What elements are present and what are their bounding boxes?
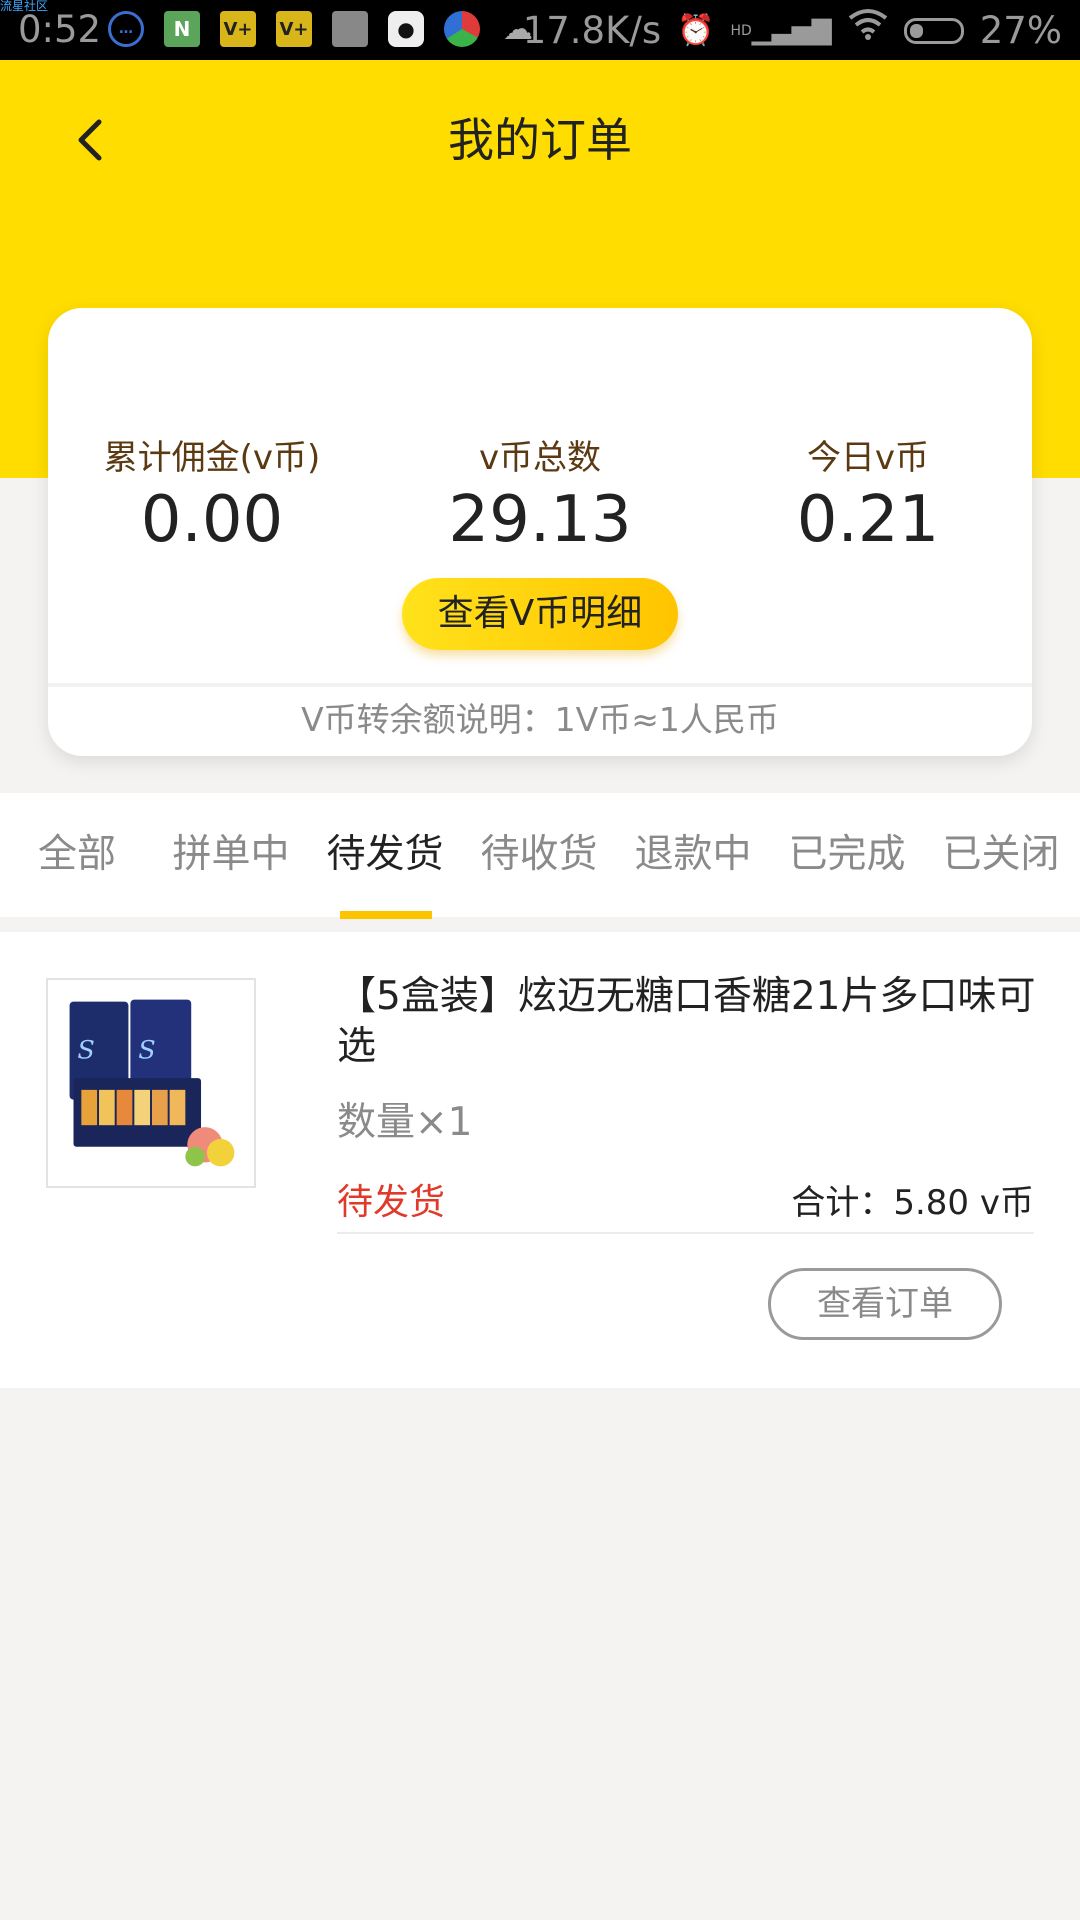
tab-group-buying[interactable]: 拼单中 [154, 793, 308, 917]
qq-penguin-icon: ● [388, 11, 424, 47]
vcoin-summary-card: 累计佣金(v币) 0.00 v币总数 29.13 今日v币 0.21 查看V币明… [48, 308, 1032, 756]
stats-row: 累计佣金(v币) 0.00 v币总数 29.13 今日v币 0.21 [48, 434, 1032, 558]
page-title: 我的订单 [448, 113, 632, 167]
chat-bubble-icon: … [108, 11, 144, 47]
view-vcoin-detail-button[interactable]: 查看V币明细 [402, 578, 678, 650]
product-image[interactable]: S S [46, 978, 256, 1188]
battery-percent: 27% [979, 8, 1062, 52]
wifi-icon [848, 8, 888, 53]
view-order-button[interactable]: 查看订单 [768, 1268, 1002, 1340]
tab-pending-receipt[interactable]: 待收货 [462, 793, 616, 917]
vplus-app-icon: V+ [220, 11, 256, 47]
status-time: 0:52 [18, 8, 102, 51]
network-type-label: HD [730, 22, 752, 39]
stat-label: v币总数 [478, 438, 602, 478]
order-status: 待发货 [337, 1182, 446, 1223]
tab-completed[interactable]: 已完成 [770, 793, 924, 917]
svg-text:S: S [77, 1035, 94, 1065]
divider [48, 683, 1032, 687]
green-app-icon: N [164, 11, 200, 47]
stat-label: 累计佣金(v币) [103, 438, 321, 478]
vcoin-exchange-note: V币转余额说明：1V币≈1人民币 [301, 700, 779, 739]
status-right-area: 17.8K/s ⏰ HD▁▃▅▇ 27% [523, 8, 1062, 53]
colorful-ball-icon [444, 11, 480, 47]
active-tab-indicator [340, 911, 432, 919]
product-quantity: 数量×1 [337, 1100, 473, 1145]
stat-value: 29.13 [448, 483, 632, 557]
tab-all[interactable]: 全部 [0, 793, 154, 917]
battery-icon [903, 17, 964, 44]
stat-commission: 累计佣金(v币) 0.00 [48, 434, 376, 558]
gum-package-image: S S [48, 980, 254, 1186]
divider [337, 1232, 1034, 1234]
tab-refunding[interactable]: 退款中 [616, 793, 770, 917]
stat-total-vcoin: v币总数 29.13 [376, 434, 704, 558]
photo-thumbnail-icon [332, 11, 368, 47]
tab-pending-shipment[interactable]: 待发货 [308, 793, 462, 917]
stat-today-vcoin: 今日v币 0.21 [704, 434, 1032, 558]
svg-text:S: S [138, 1035, 155, 1065]
status-bar: 流星社区 0:52 … N V+ V+ ● ☁ 17.8K/s ⏰ HD▁▃▅▇… [0, 0, 1080, 60]
alarm-clock-icon: ⏰ [677, 12, 715, 48]
net-speed: 17.8K/s [522, 8, 662, 52]
tab-closed[interactable]: 已关闭 [924, 793, 1078, 917]
notification-icons: … N V+ V+ ● ☁ [108, 11, 536, 47]
stat-value: 0.00 [140, 483, 284, 557]
order-total: 合计：5.80 v币 [791, 1183, 1034, 1223]
stat-value: 0.21 [796, 483, 940, 557]
stat-label: 今日v币 [806, 438, 930, 478]
order-tabs: 全部 拼单中 待发货 待收货 退款中 已完成 已关闭 [0, 793, 1080, 919]
signal-icon: HD▁▃▅▇ [730, 15, 832, 46]
order-item[interactable]: S S 【5盒装】炫迈无糖口香糖21片多口味可选 数量×1 待发货 合计：5.8… [0, 932, 1080, 1388]
vplus-app-icon: V+ [276, 11, 312, 47]
product-title[interactable]: 【5盒装】炫迈无糖口香糖21片多口味可选 [337, 972, 1037, 1072]
